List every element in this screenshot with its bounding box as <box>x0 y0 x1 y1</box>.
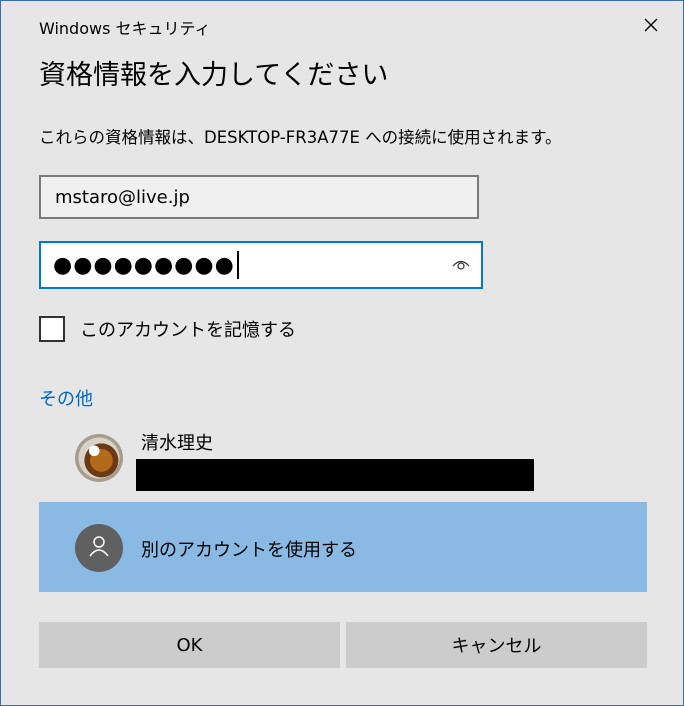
remember-account-checkbox[interactable]: このアカウントを記憶する <box>39 316 296 342</box>
close-icon <box>643 17 659 37</box>
cancel-button[interactable]: キャンセル <box>346 622 647 668</box>
checkbox-box[interactable] <box>39 316 65 342</box>
dialog-description: これらの資格情報は、DESKTOP-FR3A77E への接続に使用されます。 <box>39 128 562 147</box>
remember-account-label: このアカウントを記憶する <box>80 320 296 341</box>
username-value: mstaro@live.jp <box>55 186 190 208</box>
account-option[interactable]: 清水理史 <box>39 425 647 495</box>
username-field[interactable]: mstaro@live.jp <box>39 175 479 219</box>
account-name: 清水理史 <box>141 433 213 454</box>
password-value: ●●●●●●●●● <box>53 252 235 278</box>
ok-button[interactable]: OK <box>39 622 340 668</box>
use-another-account-label: 別のアカウントを使用する <box>141 540 357 561</box>
more-choices-link[interactable]: その他 <box>39 385 93 411</box>
person-avatar <box>75 524 123 572</box>
text-caret <box>236 251 239 279</box>
redacted-account-detail <box>136 459 534 491</box>
credential-dialog: Windows セキュリティ 資格情報を入力してください これらの資格情報は、D… <box>0 0 684 706</box>
reveal-password-button[interactable] <box>451 256 471 274</box>
eye-icon <box>452 256 470 275</box>
close-button[interactable] <box>631 9 671 45</box>
window-title: Windows セキュリティ <box>39 19 211 38</box>
person-icon <box>88 535 110 561</box>
password-field[interactable]: ●●●●●●●●● <box>39 241 483 289</box>
use-another-account-option[interactable]: 別のアカウントを使用する <box>39 502 647 592</box>
dialog-heading: 資格情報を入力してください <box>39 60 389 91</box>
avatar <box>75 434 123 482</box>
